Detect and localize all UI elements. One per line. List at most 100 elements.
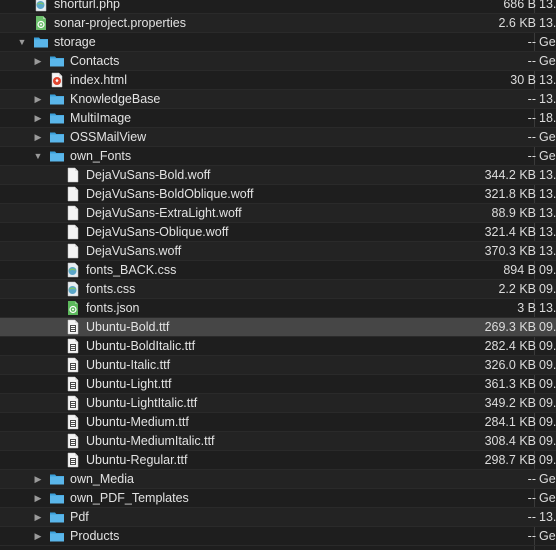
- folder-icon: [49, 129, 65, 145]
- folder-row[interactable]: ▶ KnowledgeBase --13.0: [0, 90, 556, 109]
- file-size: 326.0 KB: [484, 358, 536, 372]
- date-modified: Ges: [539, 491, 556, 505]
- file-row[interactable]: fonts_BACK.css 894 B09.0: [0, 261, 556, 280]
- date-modified: Ges: [539, 529, 556, 543]
- date-modified: 09.0: [539, 282, 556, 296]
- file-name: sonar-project.properties: [54, 16, 187, 30]
- file-name: Ubuntu-Regular.ttf: [86, 453, 188, 467]
- file-size: --: [527, 149, 536, 163]
- file-name: Ubuntu-Medium.ttf: [86, 415, 189, 429]
- file-name: Contacts: [70, 54, 120, 68]
- font-file-icon: [65, 414, 81, 430]
- file-size: 269.3 KB: [484, 320, 536, 334]
- folder-row[interactable]: ▶ Products --Ges: [0, 527, 556, 546]
- file-row[interactable]: index.html 30 B13.0: [0, 71, 556, 90]
- file-size: --: [527, 529, 536, 543]
- file-row[interactable]: DejaVuSans-ExtraLight.woff 88.9 KB13.0: [0, 204, 556, 223]
- file-name: DejaVuSans-Bold.woff: [86, 168, 211, 182]
- file-size: 88.9 KB: [491, 206, 536, 220]
- file-name: MultiImage: [70, 111, 132, 125]
- disclosure-triangle-collapsed-icon[interactable]: ▶: [33, 508, 43, 527]
- file-row[interactable]: Ubuntu-Regular.ttf 298.7 KB09.0: [0, 451, 556, 470]
- folder-icon: [49, 110, 65, 126]
- file-row[interactable]: DejaVuSans.woff 370.3 KB13.0: [0, 242, 556, 261]
- disclosure-triangle-expanded-icon[interactable]: ▼: [33, 147, 43, 166]
- css-file-icon: [65, 281, 81, 297]
- folder-row[interactable]: ▶ Pdf --13.0: [0, 508, 556, 527]
- file-name: shorturl.php: [54, 0, 121, 11]
- blank-file-icon: [65, 167, 81, 183]
- file-row[interactable]: Ubuntu-Bold.ttf 269.3 KB09.0: [0, 318, 556, 337]
- date-modified: 09.0: [539, 263, 556, 277]
- file-size: --: [527, 54, 536, 68]
- file-size: --: [527, 491, 536, 505]
- file-name: KnowledgeBase: [70, 92, 161, 106]
- file-name: OSSMailView: [70, 130, 147, 144]
- folder-row[interactable]: ▼ own_Fonts --Ges: [0, 147, 556, 166]
- font-file-icon: [65, 395, 81, 411]
- date-modified: 09.0: [539, 358, 556, 372]
- folder-row[interactable]: ▶ Contacts --Ges: [0, 52, 556, 71]
- file-size: 284.1 KB: [484, 415, 536, 429]
- file-size: 308.4 KB: [484, 434, 536, 448]
- file-size: 349.2 KB: [484, 396, 536, 410]
- file-row[interactable]: DejaVuSans-Bold.woff 344.2 KB13.0: [0, 166, 556, 185]
- file-size: --: [527, 510, 536, 524]
- disclosure-triangle-collapsed-icon[interactable]: ▶: [33, 527, 43, 546]
- file-row[interactable]: Ubuntu-Italic.ttf 326.0 KB09.0: [0, 356, 556, 375]
- file-size: 894 B: [503, 263, 536, 277]
- file-row[interactable]: fonts.json 3 B13.0: [0, 299, 556, 318]
- file-size: 298.7 KB: [484, 453, 536, 467]
- file-name: DejaVuSans.woff: [86, 244, 182, 258]
- file-size: 30 B: [510, 73, 536, 87]
- blank-file-icon: [65, 243, 81, 259]
- file-row[interactable]: Ubuntu-Medium.ttf 284.1 KB09.0: [0, 413, 556, 432]
- date-modified: 13.0: [539, 510, 556, 524]
- folder-row[interactable]: ▶ MultiImage --18.0: [0, 109, 556, 128]
- file-row[interactable]: sonar-project.properties 2.6 KB13.0: [0, 14, 556, 33]
- disclosure-triangle-collapsed-icon[interactable]: ▶: [33, 489, 43, 508]
- folder-icon: [49, 509, 65, 525]
- disclosure-triangle-collapsed-icon[interactable]: ▶: [33, 90, 43, 109]
- file-size: 282.4 KB: [484, 339, 536, 353]
- folder-icon: [49, 53, 65, 69]
- disclosure-triangle-collapsed-icon[interactable]: ▶: [33, 128, 43, 147]
- font-file-icon: [65, 452, 81, 468]
- disclosure-triangle-collapsed-icon[interactable]: ▶: [33, 109, 43, 128]
- folder-row[interactable]: ▼ storage --Ges: [0, 33, 556, 52]
- file-row[interactable]: DejaVuSans-BoldOblique.woff 321.8 KB13.0: [0, 185, 556, 204]
- file-row[interactable]: fonts.css 2.2 KB09.0: [0, 280, 556, 299]
- folder-row[interactable]: ▶ own_Media --Ges: [0, 470, 556, 489]
- font-file-icon: [65, 338, 81, 354]
- date-modified: 13.0: [539, 225, 556, 239]
- file-size: 370.3 KB: [484, 244, 536, 258]
- file-name: own_Media: [70, 472, 134, 486]
- file-size: 361.3 KB: [484, 377, 536, 391]
- file-name: Pdf: [70, 510, 89, 524]
- file-row[interactable]: DejaVuSans-Oblique.woff 321.4 KB13.0: [0, 223, 556, 242]
- file-size: 321.8 KB: [484, 187, 536, 201]
- disclosure-triangle-collapsed-icon[interactable]: ▶: [33, 470, 43, 489]
- folder-row[interactable]: ▶ own_PDF_Templates --Ges: [0, 489, 556, 508]
- font-file-icon: [65, 433, 81, 449]
- file-row[interactable]: Ubuntu-LightItalic.ttf 349.2 KB09.0: [0, 394, 556, 413]
- disclosure-triangle-collapsed-icon[interactable]: ▶: [33, 52, 43, 71]
- date-modified: 09.0: [539, 453, 556, 467]
- date-modified: 09.0: [539, 320, 556, 334]
- file-row[interactable]: Ubuntu-Light.ttf 361.3 KB09.0: [0, 375, 556, 394]
- file-size: 686 B: [503, 0, 536, 11]
- font-file-icon: [65, 376, 81, 392]
- file-row[interactable]: Ubuntu-BoldItalic.ttf 282.4 KB09.0: [0, 337, 556, 356]
- php-file-icon: [33, 0, 49, 12]
- file-row[interactable]: Ubuntu-MediumItalic.ttf 308.4 KB09.0: [0, 432, 556, 451]
- file-row[interactable]: shorturl.php 686 B13.0: [0, 0, 556, 14]
- file-name: Ubuntu-Bold.ttf: [86, 320, 170, 334]
- blank-file-icon: [65, 224, 81, 240]
- date-modified: 09.0: [539, 396, 556, 410]
- folder-icon: [49, 528, 65, 544]
- disclosure-triangle-expanded-icon[interactable]: ▼: [17, 33, 27, 52]
- folder-row[interactable]: ▶ OSSMailView --Ges: [0, 128, 556, 147]
- file-size: --: [527, 472, 536, 486]
- file-size: --: [527, 92, 536, 106]
- date-modified: 13.0: [539, 244, 556, 258]
